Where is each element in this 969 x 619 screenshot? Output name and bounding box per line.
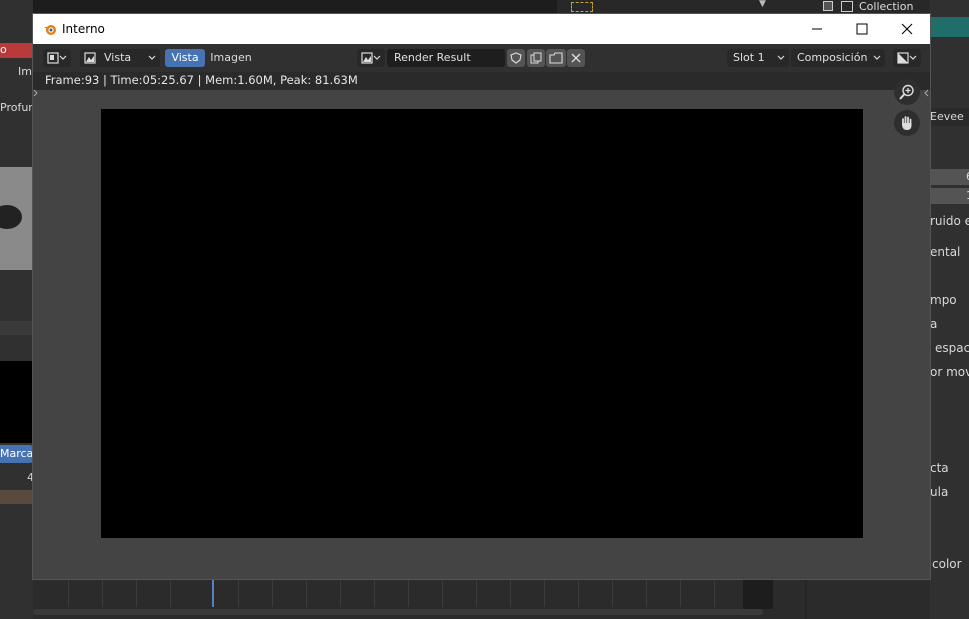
right-item-6: cta [930, 461, 949, 475]
view-icon [84, 52, 96, 64]
playhead[interactable] [212, 579, 214, 607]
left-strip [0, 490, 33, 504]
value-field-2[interactable]: 1 [930, 188, 969, 204]
engine-field[interactable]: Eevee [930, 108, 969, 126]
slot-dropdown[interactable]: Slot 1 [727, 49, 789, 67]
hand-icon [902, 116, 912, 130]
left-tab-label: o [0, 43, 7, 56]
timeline-corner [743, 579, 773, 609]
left-divider [0, 321, 33, 335]
expand-arrow-icon[interactable]: ▼ [759, 0, 766, 9]
image-canvas[interactable] [33, 79, 930, 579]
render-result-image [101, 109, 863, 538]
right-item-2: mpo [930, 293, 957, 307]
chevron-down-icon [777, 55, 785, 60]
collection-label[interactable]: Collection [859, 0, 913, 13]
image-menu-button[interactable]: Imagen [207, 49, 255, 67]
window-titlebar[interactable]: Interno [33, 14, 930, 44]
open-image-button[interactable] [546, 49, 566, 67]
close-button[interactable] [884, 14, 930, 44]
right-item-3: a [930, 317, 938, 331]
window-title: Interno [62, 22, 105, 36]
left-tab-red[interactable]: o [0, 43, 33, 58]
image-editor-header: Vista Vista Imagen Render Result Slot 1 … [33, 44, 930, 72]
unlink-image-button[interactable] [567, 49, 585, 67]
fake-user-button[interactable] [507, 49, 525, 67]
background-left-pane: o Ima Profund Marcado 4 [0, 0, 39, 619]
maximize-icon [856, 23, 868, 35]
left-preview [0, 361, 33, 443]
right-item-8: color [932, 557, 962, 571]
duplicate-icon [530, 52, 542, 64]
image-editor-icon [47, 52, 59, 64]
zoom-button[interactable] [894, 79, 920, 105]
timeline[interactable] [33, 579, 930, 619]
pan-button[interactable] [894, 110, 920, 136]
teal-tab[interactable] [930, 17, 969, 37]
render-info-text: Frame:93 | Time:05:25.67 | Mem:1.60M, Pe… [45, 73, 358, 87]
slot-dropdown-label: Slot 1 [733, 51, 765, 64]
value-field-1[interactable]: 6 [930, 169, 969, 185]
chevron-down-icon [59, 55, 67, 60]
maximize-button[interactable] [839, 14, 885, 44]
layer-dropdown[interactable]: Composición [791, 49, 885, 67]
render-info-bar: Frame:93 | Time:05:25.67 | Mem:1.60M, Pe… [33, 72, 930, 90]
sidebar-expand-icon[interactable] [923, 89, 929, 97]
image-name-value: Render Result [394, 51, 471, 64]
shield-icon [510, 52, 522, 64]
left-thumbnail [0, 167, 33, 270]
view-mode-dropdown[interactable]: Vista [80, 49, 160, 67]
new-image-button[interactable] [527, 49, 545, 67]
outliner-strip: ▼ Collection [557, 0, 969, 14]
zoom-in-icon [899, 84, 914, 100]
right-item-0: ruido en [930, 214, 969, 228]
right-item-1: ental [930, 245, 961, 259]
background-right-pane: Eevee 6 1 ruido en ental mpo a espac or … [930, 0, 969, 619]
editor-type-dropdown[interactable] [43, 49, 71, 67]
display-channels-icon [897, 52, 909, 64]
object-icon [571, 2, 593, 12]
right-item-4: espac [935, 341, 969, 355]
close-icon [901, 23, 913, 35]
collection-checkbox[interactable] [823, 1, 833, 11]
chevron-down-icon [873, 55, 881, 60]
blender-logo-icon [44, 25, 56, 35]
view-mode-label: Vista [104, 51, 132, 64]
right-item-7: ula [930, 485, 949, 499]
left-label-profund: Profund [0, 101, 33, 114]
right-item-5: or movi [930, 365, 969, 379]
marker-button[interactable]: Marcado [0, 445, 33, 463]
close-icon [571, 53, 581, 63]
image-browse-dropdown[interactable] [357, 49, 385, 67]
image-name-field[interactable]: Render Result [387, 49, 505, 67]
minimize-button[interactable] [794, 14, 840, 44]
display-channels-dropdown[interactable] [893, 49, 921, 67]
image-browse-icon [361, 52, 373, 64]
folder-icon [549, 52, 563, 64]
render-window: Interno Vista Vista Imagen Render Result… [33, 14, 930, 579]
chevron-down-icon [909, 55, 917, 60]
chevron-down-icon [148, 55, 156, 60]
minimize-icon [812, 28, 822, 30]
collection-icon [841, 1, 853, 12]
toolbar-expand-icon[interactable] [33, 89, 39, 97]
view-menu-button[interactable]: Vista [165, 49, 205, 67]
chevron-down-icon [373, 55, 381, 60]
layer-dropdown-label: Composición [797, 51, 868, 64]
timeline-scrollbar[interactable] [33, 609, 763, 615]
